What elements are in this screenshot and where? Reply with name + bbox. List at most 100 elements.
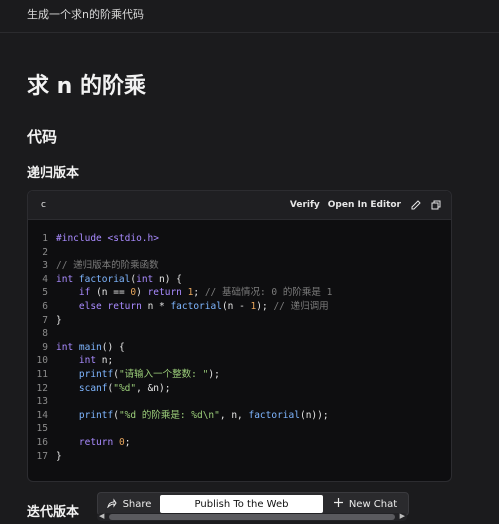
code-text: scanf("%d", &n); (56, 382, 171, 396)
code-line: 10 int n; (28, 354, 451, 368)
code-token: , &n); (136, 382, 171, 394)
code-text: if (n == 0) return 1; // 基础情况: 0 的阶乘是 1 (56, 286, 332, 300)
code-token: // 递归调用 (273, 300, 329, 312)
code-line: 7} (28, 314, 451, 328)
code-line: 3 // 递归版本的阶乘函数 (28, 259, 451, 273)
code-text: printf("请输入一个整数: "); (56, 368, 220, 382)
line-number: 10 (36, 355, 48, 367)
code-token: n) { (153, 273, 182, 285)
code-line: 11 printf("请输入一个整数: "); (28, 368, 451, 382)
code-token: factorial (78, 273, 131, 285)
code-line: 9 int main() { (28, 341, 451, 355)
code-token: return (107, 300, 142, 312)
code-text: printf("%d 的阶乘是: %d\n", n, factorial(n))… (56, 409, 329, 423)
code-token: "请输入一个整数: " (118, 368, 209, 380)
code-text: return 0; (56, 436, 131, 450)
code-line: 2 (28, 246, 451, 260)
code-token: "%d 的阶乘是: %d\n" (118, 409, 220, 421)
line-number: 1 (42, 233, 48, 244)
code-line: 6 else return n * factorial(n - 1); // 递… (28, 300, 451, 314)
horizontal-scrollbar[interactable]: ◀ ▶ (97, 512, 407, 521)
plus-icon (333, 498, 343, 510)
code-line: 1 #include <stdio.h> (28, 232, 451, 246)
code-token: int (56, 341, 79, 353)
code-text: } (56, 450, 62, 464)
code-token: else (78, 300, 102, 312)
line-number: 13 (36, 396, 48, 408)
share-label: Share (122, 498, 152, 510)
code-token: return (147, 287, 182, 299)
code-body: 1 #include <stdio.h> 2 3 // 递归版本的阶乘函数 4 int fa… (28, 220, 451, 463)
line-number: 12 (36, 382, 48, 394)
code-token: "%d" (113, 382, 137, 394)
code-token: ); (208, 368, 220, 380)
line-number: 11 (36, 368, 48, 380)
code-line: 16 return 0; (28, 436, 451, 450)
verify-button[interactable]: Verify (290, 200, 320, 210)
section-heading-iterative: 迭代版本 (27, 505, 80, 520)
new-chat-label: New Chat (348, 498, 398, 510)
divider (0, 32, 499, 33)
code-line: 4 int factorial(int n) { (28, 273, 451, 287)
scroll-left-arrow-icon[interactable]: ◀ (99, 512, 104, 520)
code-language: c (41, 200, 46, 210)
open-in-editor-button[interactable]: Open In Editor (328, 200, 401, 210)
code-token: int (78, 355, 97, 367)
code-line: 15 (28, 422, 451, 436)
copy-icon[interactable] (431, 200, 441, 210)
code-token: ) (136, 287, 148, 299)
code-token: // 基础情况: 0 的阶乘是 1 (204, 287, 333, 299)
code-line: 5 if (n == 0) return 1; // 基础情况: 0 的阶乘是 … (28, 286, 451, 300)
code-line: 13 (28, 395, 451, 409)
code-card: c Verify Open In Editor 1 #include <stdio… (27, 190, 452, 482)
publish-button[interactable]: Publish To the Web (160, 495, 323, 513)
line-number: 17 (36, 450, 48, 462)
code-token: } (56, 314, 62, 326)
section-heading-code: 代码 (27, 128, 58, 146)
code-token: } (56, 450, 62, 462)
code-token: scanf (78, 382, 108, 394)
code-text: else return n * factorial(n - 1); // 递归调… (56, 300, 329, 314)
code-text: } (56, 314, 62, 328)
code-header: c Verify Open In Editor (28, 191, 451, 220)
code-token: main (78, 341, 102, 353)
line-number: 15 (36, 423, 48, 435)
code-token: #include <stdio.h> (56, 233, 159, 244)
code-token: n * (141, 300, 171, 312)
share-icon (106, 497, 117, 511)
line-number: 2 (42, 246, 48, 258)
code-token: n; (96, 355, 114, 367)
code-token: // 递归版本的阶乘函数 (56, 260, 159, 272)
line-number: 6 (42, 300, 48, 312)
code-token: int (136, 273, 154, 285)
code-text: // 递归版本的阶乘函数 (56, 259, 159, 273)
code-token: int (56, 273, 79, 285)
code-text: int factorial(int n) { (56, 273, 182, 287)
line-number: 4 (42, 273, 48, 285)
code-token: ; (124, 436, 131, 448)
code-line: 14 printf("%d 的阶乘是: %d\n", n, factorial(… (28, 409, 451, 423)
scrollbar-thumb[interactable] (109, 514, 395, 520)
scroll-right-arrow-icon[interactable]: ▶ (400, 512, 405, 520)
section-heading-recursive: 递归版本 (27, 166, 80, 181)
code-token: (n == (90, 287, 131, 299)
new-chat-button[interactable]: New Chat (323, 498, 408, 510)
code-token: ; (193, 287, 205, 299)
share-button[interactable]: Share (98, 497, 160, 511)
pencil-icon[interactable] (411, 200, 421, 210)
code-token: if (78, 287, 91, 299)
code-text: #include <stdio.h> (56, 232, 159, 246)
code-token: printf (78, 409, 114, 421)
line-number: 16 (36, 436, 48, 448)
code-token: printf (78, 368, 114, 380)
code-text: int n; (56, 354, 113, 368)
code-token: ); (256, 300, 274, 312)
code-token: () { (101, 341, 125, 353)
code-token: factorial (170, 300, 222, 312)
